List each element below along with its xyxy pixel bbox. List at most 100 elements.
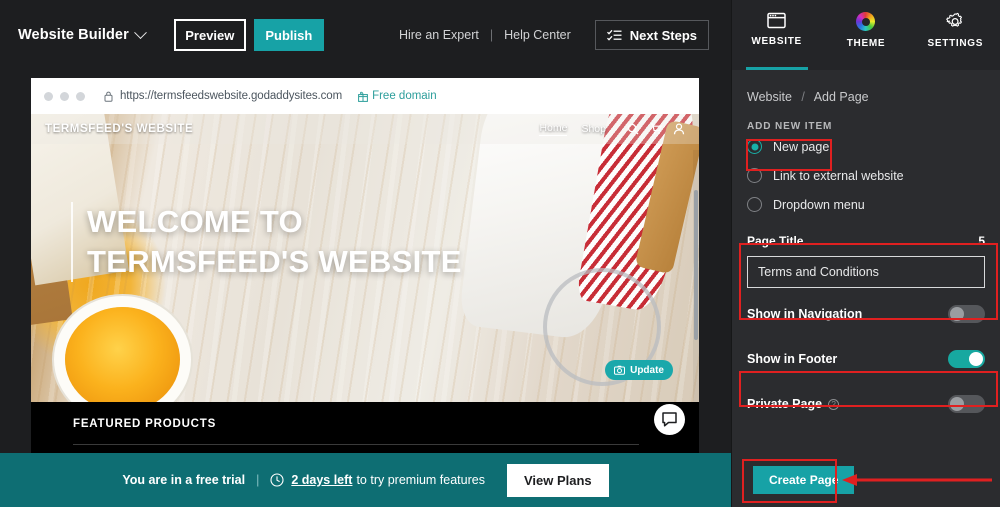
hero-update-button[interactable]: Update — [605, 360, 673, 380]
radio-new-page-indicator[interactable] — [747, 139, 762, 154]
trial-message: You are in a free trial — [122, 473, 246, 487]
hero-section[interactable]: TERMSFEED'S WEBSITE Home Shop WELCOME TO… — [31, 114, 699, 402]
gift-icon — [358, 91, 368, 102]
radio-link-external[interactable]: Link to external website — [747, 161, 985, 190]
radio-link-external-label: Link to external website — [773, 168, 904, 183]
radio-dropdown-menu-label: Dropdown menu — [773, 197, 865, 212]
trial-divider: | — [256, 473, 260, 487]
tab-website[interactable]: WEBSITE — [732, 12, 821, 70]
breadcrumb-current: Add Page — [813, 90, 869, 104]
toggle-row-show-in-footer: Show in Footer — [747, 340, 985, 378]
private-page-toggle[interactable] — [948, 395, 985, 413]
show-in-navigation-toggle[interactable] — [948, 305, 985, 323]
search-icon[interactable] — [627, 123, 639, 135]
toggle-knob — [950, 307, 964, 321]
preview-scrollbar-track[interactable] — [693, 150, 699, 453]
toggle-row-private-page: Private Page ? — [747, 385, 985, 423]
site-preview-frame: https://termsfeedswebsite.godaddysites.c… — [31, 78, 699, 453]
private-page-label: Private Page ? — [747, 397, 840, 411]
site-nav-shop[interactable]: Shop — [581, 123, 606, 135]
radio-new-page-label: New page — [773, 139, 830, 154]
show-in-footer-label: Show in Footer — [747, 352, 838, 366]
right-side-panel: WEBSITE THEME SETTINGS Website / Add Pag… — [731, 0, 1000, 507]
chat-support-button[interactable] — [654, 404, 685, 435]
hire-an-expert-link[interactable]: Hire an Expert — [399, 28, 479, 42]
browser-window-icon — [767, 12, 786, 29]
chevron-down-icon — [133, 25, 147, 39]
tab-theme-label: THEME — [846, 38, 886, 49]
lock-icon — [104, 91, 113, 102]
radio-link-external-indicator[interactable] — [747, 168, 762, 183]
top-toolbar-right: Hire an Expert | Help Center Next Steps — [399, 20, 709, 50]
add-new-item-label: ADD NEW ITEM — [747, 121, 833, 132]
tab-settings[interactable]: SETTINGS — [911, 12, 1000, 70]
site-navigation-bar: TERMSFEED'S WEBSITE Home Shop — [31, 114, 699, 144]
view-plans-button[interactable]: View Plans — [506, 463, 609, 497]
featured-products-section[interactable]: FEATURED PRODUCTS — [31, 402, 699, 453]
panel-tab-bar: WEBSITE THEME SETTINGS — [732, 0, 1000, 70]
tab-theme[interactable]: THEME — [821, 12, 910, 70]
window-dots — [44, 91, 85, 101]
window-dot-maximize-icon — [76, 91, 85, 101]
godaddy-website-builder: Website Builder Preview Publish Hire an … — [0, 0, 1000, 507]
tab-website-label: WEBSITE — [751, 36, 802, 47]
toggle-knob — [950, 397, 964, 411]
featured-products-heading: FEATURED PRODUCTS — [73, 418, 217, 430]
help-center-link[interactable]: Help Center — [504, 28, 571, 42]
free-domain-label: Free domain — [372, 90, 437, 102]
breadcrumb-website[interactable]: Website — [747, 90, 792, 104]
free-domain-badge[interactable]: Free domain — [358, 90, 437, 102]
chat-bubble-icon — [662, 412, 677, 427]
site-nav-links: Home Shop — [539, 122, 685, 136]
gear-icon — [946, 12, 962, 27]
address-bar[interactable]: https://termsfeedswebsite.godaddysites.c… — [104, 90, 437, 102]
preview-button[interactable]: Preview — [173, 19, 246, 51]
window-dot-minimize-icon — [60, 91, 69, 101]
color-wheel-icon — [856, 12, 876, 31]
create-page-button[interactable]: Create Page — [753, 466, 855, 494]
hero-update-label: Update — [630, 364, 664, 376]
hero-accent-rule — [71, 202, 73, 282]
toolbar-divider: | — [489, 28, 494, 42]
radio-dropdown-menu-indicator[interactable] — [747, 197, 762, 212]
account-icon[interactable] — [673, 123, 685, 135]
next-steps-button[interactable]: Next Steps — [594, 20, 709, 50]
next-steps-label: Next Steps — [629, 27, 697, 43]
info-icon[interactable]: ? — [828, 398, 840, 410]
radio-new-page[interactable]: New page — [747, 132, 985, 161]
website-builder-menu[interactable]: Website Builder — [18, 25, 147, 43]
cart-icon[interactable] — [650, 123, 662, 135]
site-logo[interactable]: TERMSFEED'S WEBSITE — [45, 123, 193, 135]
featured-divider — [73, 444, 639, 445]
tab-settings-label: SETTINGS — [927, 38, 984, 49]
website-builder-label: Website Builder — [18, 27, 129, 43]
preview-scrollbar-thumb[interactable] — [694, 190, 698, 340]
hero-egg-yolk-bowl — [65, 307, 180, 402]
publish-button[interactable]: Publish — [253, 19, 324, 51]
site-nav-home[interactable]: Home — [539, 122, 568, 136]
breadcrumb-separator: / — [801, 90, 805, 104]
site-nav-icons — [627, 123, 685, 135]
preview-chrome-bar: https://termsfeedswebsite.godaddysites.c… — [31, 78, 699, 114]
page-title-label: Page Title — [747, 234, 804, 248]
top-toolbar: Website Builder Preview Publish Hire an … — [0, 0, 731, 70]
radio-dropdown-menu[interactable]: Dropdown menu — [747, 190, 985, 219]
rendered-site: TERMSFEED'S WEBSITE Home Shop WELCOME TO… — [31, 114, 699, 453]
breadcrumb: Website / Add Page — [747, 90, 985, 104]
trial-message-rest: to try premium features — [356, 473, 485, 487]
show-in-navigation-label: Show in Navigation — [747, 307, 863, 321]
camera-icon — [614, 365, 626, 375]
page-title-field-header: Page Title 5 — [747, 234, 985, 248]
checklist-icon — [606, 29, 622, 41]
toggle-row-show-in-navigation: Show in Navigation — [747, 295, 985, 333]
address-bar-url: https://termsfeedswebsite.godaddysites.c… — [120, 90, 343, 102]
page-title-char-count: 5 — [978, 234, 985, 248]
trial-days-left-link[interactable]: 2 days left — [291, 473, 352, 487]
toggle-knob — [969, 352, 983, 366]
show-in-footer-toggle[interactable] — [948, 350, 985, 368]
window-dot-close-icon — [44, 91, 53, 101]
private-page-text: Private Page — [747, 397, 823, 411]
free-trial-bar: You are in a free trial | 2 days left to… — [0, 453, 731, 507]
clock-icon — [270, 473, 284, 487]
page-title-input[interactable] — [747, 256, 985, 288]
